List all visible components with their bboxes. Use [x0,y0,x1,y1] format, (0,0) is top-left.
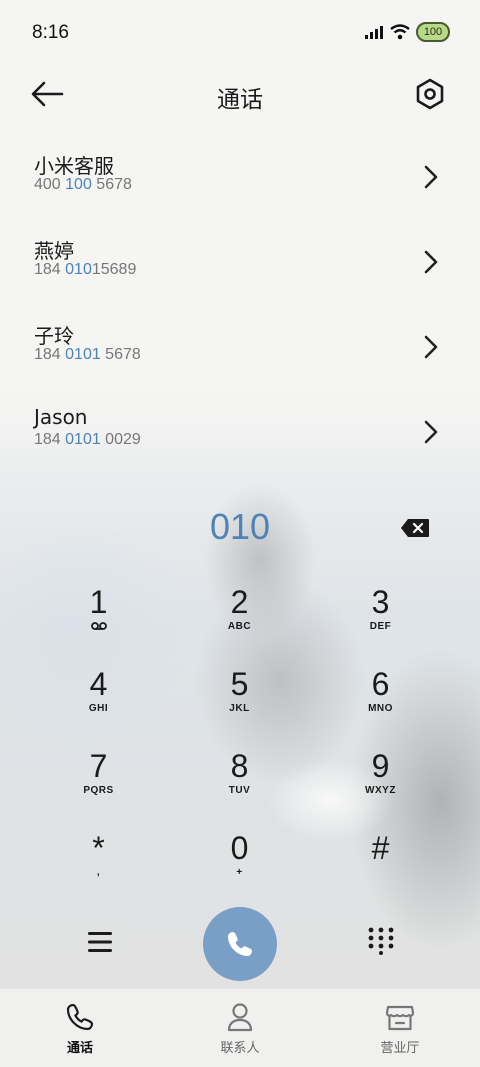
key-letters: WXYZ [365,785,396,796]
key-digit: 2 [230,584,249,620]
key-0[interactable]: 0 + [169,829,310,911]
chevron-right-icon [424,420,438,444]
wifi-icon [390,24,410,40]
status-bar: 8:16 100 [0,0,480,66]
status-time: 8:16 [32,22,69,43]
contact-number: 184 0101 5678 [34,346,141,363]
call-button[interactable] [203,907,277,981]
phone-icon [228,932,252,956]
key-digit: 3 [371,584,390,620]
key-letters: , [96,867,101,878]
nav-item-store[interactable]: 营业厅 [320,989,480,1067]
key-letters: + [236,867,243,878]
backspace-button[interactable] [400,518,430,538]
menu-button[interactable] [86,929,114,955]
key-letters: TUV [228,785,251,796]
nav-label: 营业厅 [380,1041,420,1056]
contact-name: 子玲 [34,324,74,348]
voicemail-icon [90,622,107,630]
contact-name: Jason [34,405,88,429]
chevron-right-icon [424,165,438,189]
menu-icon [88,932,112,952]
settings-button[interactable] [414,76,450,112]
key-letters: MNO [368,703,393,714]
contact-name: 燕婷 [34,239,74,263]
page-title: 通话 [217,87,263,113]
chevron-right-icon [424,335,438,359]
key-digit: # [371,830,390,866]
gear-icon [416,78,444,110]
key-digit: 8 [230,748,249,784]
key-4[interactable]: 4 GHI [28,665,169,747]
key-letters: ABC [227,621,252,632]
contact-number: 400 100 5678 [34,176,132,193]
battery-level: 100 [423,26,443,38]
contact-number: 184 01015689 [34,261,137,278]
key-digit: 0 [230,830,249,866]
phone-icon [66,1003,94,1031]
contact-item[interactable]: 子玲 184 0101 5678 [0,310,480,395]
battery-icon: 100 [416,22,450,42]
key-7[interactable]: 7 PQRS [28,747,169,829]
key-letters: JKL [229,703,250,714]
status-icons: 100 [364,22,450,42]
key-star[interactable]: * , [28,829,169,911]
key-letters: DEF [369,621,392,632]
key-letters: PQRS [83,785,114,796]
backspace-icon [401,519,429,537]
key-9[interactable]: 9 WXYZ [310,747,451,829]
person-icon [227,1003,253,1032]
key-6[interactable]: 6 MNO [310,665,451,747]
nav-label: 通话 [66,1041,93,1056]
key-digit: 9 [371,748,390,784]
key-digit: 5 [230,666,249,702]
nav-item-calls[interactable]: 通话 [0,989,160,1067]
key-digit: 1 [89,584,108,620]
store-icon [385,1005,415,1031]
contact-number: 184 0101 0029 [34,431,141,448]
nav-item-contacts[interactable]: 联系人 [160,989,320,1067]
key-5[interactable]: 5 JKL [169,665,310,747]
key-digit: 4 [89,666,108,702]
key-hash[interactable]: # [310,829,451,911]
contact-item[interactable]: 小米客服 400 100 5678 [0,140,480,225]
action-row [0,905,480,981]
keypad: 1 2 ABC 3 DEF 4 GHI 5 JKL 6 MNO 7 PQRS 8… [28,583,452,911]
key-3[interactable]: 3 DEF [310,583,451,665]
key-digit: 7 [89,748,108,784]
contact-name: 小米客服 [34,154,114,178]
header: 通话 [0,70,480,120]
keypad-toggle-button[interactable] [366,925,396,955]
key-8[interactable]: 8 TUV [169,747,310,829]
dialpad-icon [368,927,394,955]
contact-list: 小米客服 400 100 5678 燕婷 184 01015689 子玲 184… [0,140,480,480]
key-digit: * [92,830,105,866]
contact-item[interactable]: 燕婷 184 01015689 [0,225,480,310]
key-letters: GHI [88,703,109,714]
bottom-nav: 通话 联系人 营业厅 [0,988,480,1067]
signal-icon [365,26,383,39]
contact-item[interactable]: Jason 184 0101 0029 [0,395,480,480]
nav-label: 联系人 [220,1041,260,1056]
key-digit: 6 [371,666,390,702]
key-2[interactable]: 2 ABC [169,583,310,665]
chevron-right-icon [424,250,438,274]
key-1[interactable]: 1 [28,583,169,665]
